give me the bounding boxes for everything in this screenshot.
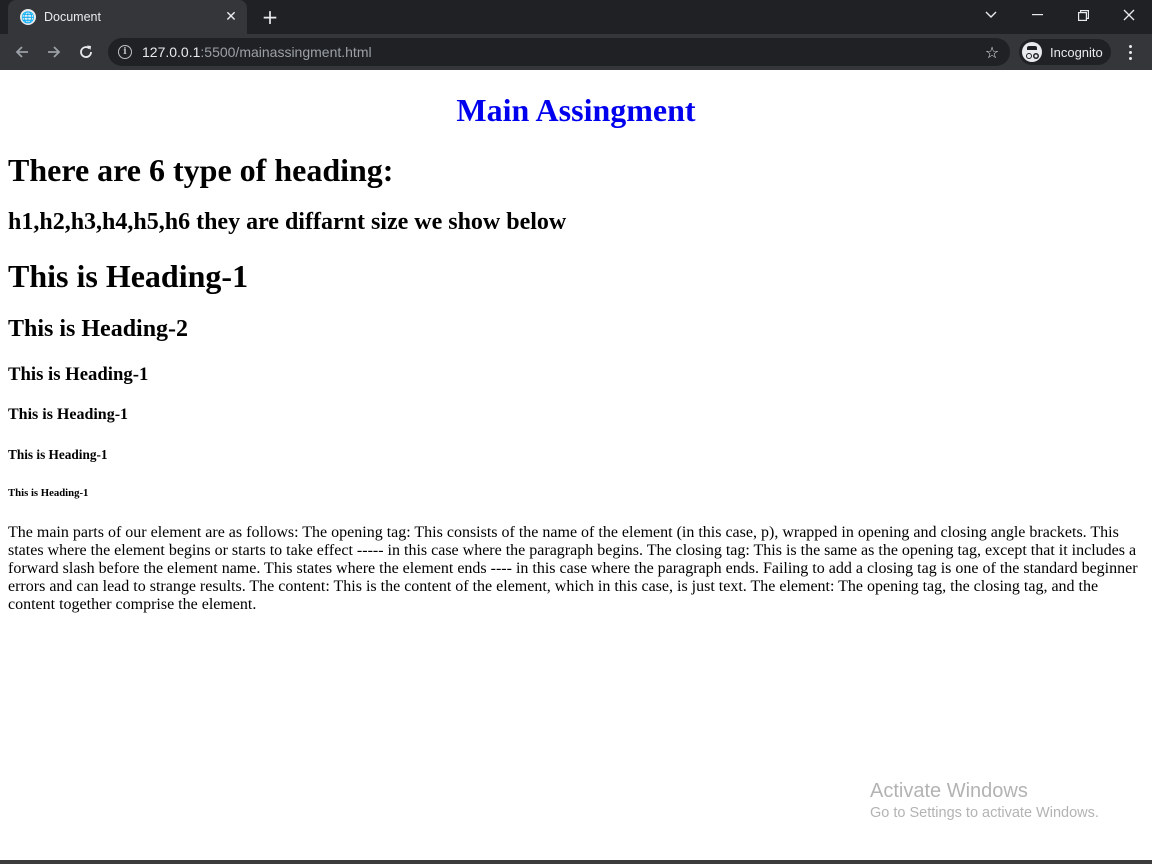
- body-paragraph: The main parts of our element are as fol…: [8, 524, 1138, 613]
- chevron-down-icon[interactable]: [968, 0, 1014, 30]
- back-icon[interactable]: [8, 38, 36, 66]
- activation-watermark: Activate Windows Go to Settings to activ…: [870, 780, 1099, 824]
- taskbar-edge: [0, 860, 1152, 864]
- heading-1-example: This is Heading-1: [8, 258, 249, 294]
- page-title: Main Assingment: [456, 92, 696, 128]
- star-icon[interactable]: ☆: [982, 43, 1002, 62]
- heading-2-example: This is Heading-2: [8, 316, 189, 342]
- close-icon[interactable]: ✕: [221, 7, 241, 27]
- info-icon[interactable]: i: [118, 45, 132, 59]
- globe-icon: 🌐: [20, 9, 36, 25]
- watermark-subtitle: Go to Settings to activate Windows.: [870, 805, 1099, 821]
- url-text[interactable]: 127.0.0.1:5500/mainassingment.html: [142, 44, 982, 60]
- restore-icon[interactable]: [1060, 0, 1106, 30]
- browser-toolbar: i 127.0.0.1:5500/mainassingment.html ☆ I…: [0, 34, 1152, 70]
- watermark-title: Activate Windows: [870, 780, 1028, 802]
- heading-6-example: This is Heading-1: [8, 487, 89, 499]
- page-content: Main Assingment There are 6 type of head…: [0, 70, 1152, 864]
- tab-title: Document: [44, 10, 101, 24]
- tab-strip: 🌐 Document ✕ +: [0, 0, 1152, 34]
- tab-document[interactable]: 🌐 Document ✕: [8, 0, 247, 34]
- window-close-icon[interactable]: [1106, 0, 1152, 30]
- incognito-icon: [1022, 42, 1042, 62]
- forward-icon[interactable]: [40, 38, 68, 66]
- heading-4-example: This is Heading-1: [8, 406, 129, 423]
- incognito-label: Incognito: [1050, 44, 1103, 60]
- minimize-icon[interactable]: [1014, 0, 1060, 30]
- heading-3-example: This is Heading-1: [8, 364, 149, 385]
- reload-icon[interactable]: [72, 38, 100, 66]
- incognito-badge[interactable]: Incognito: [1019, 39, 1111, 65]
- heading-5-example: This is Heading-1: [8, 447, 108, 462]
- plus-icon[interactable]: +: [259, 6, 281, 28]
- address-bar[interactable]: i 127.0.0.1:5500/mainassingment.html ☆: [108, 38, 1010, 66]
- sub-heading: h1,h2,h3,h4,h5,h6 they are diffarnt size…: [8, 209, 567, 235]
- menu-icon[interactable]: [1120, 38, 1140, 66]
- intro-heading: There are 6 type of heading:: [8, 152, 394, 188]
